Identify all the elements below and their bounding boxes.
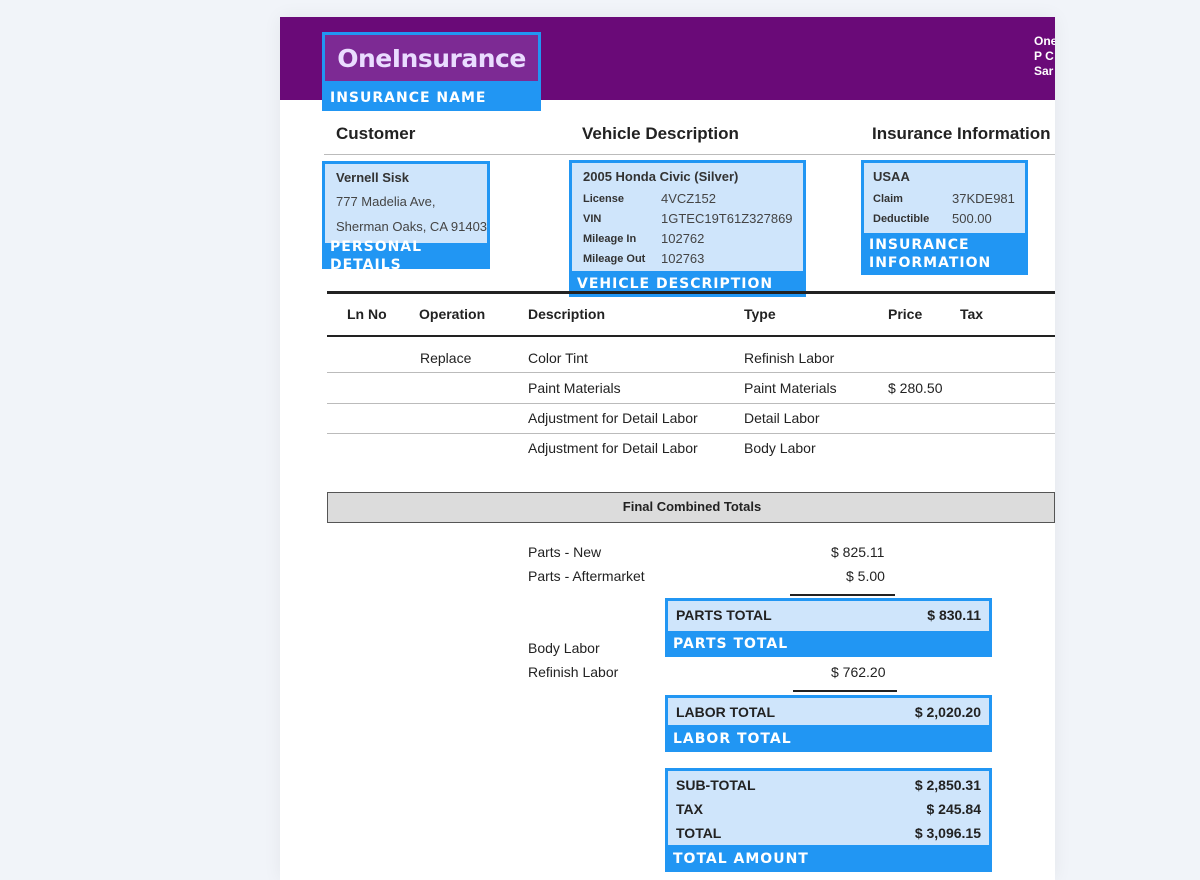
deductible-label: Deductible bbox=[873, 213, 930, 225]
row-divider bbox=[327, 372, 1055, 373]
parts-new-label: Parts - New bbox=[528, 544, 602, 560]
row-3-type: Detail Labor bbox=[744, 410, 820, 426]
insurance-information-tag: INSURANCE INFORMATION bbox=[861, 233, 1028, 275]
vehicle-title: 2005 Honda Civic (Silver) bbox=[583, 169, 739, 184]
parts-new-value: $ 825.11 bbox=[831, 544, 885, 560]
insurance-logo: OneInsurance bbox=[337, 43, 526, 73]
parts-aftermarket-label: Parts - Aftermarket bbox=[528, 568, 645, 584]
row-1-operation: Replace bbox=[420, 350, 472, 366]
address-line-2: P C bbox=[1034, 49, 1054, 63]
total-row: TOTAL $ 3,096.15 bbox=[676, 825, 981, 841]
final-totals-band: Final Combined Totals bbox=[327, 492, 1055, 523]
parts-sum-line bbox=[790, 594, 895, 596]
header-ln-no: Ln No bbox=[347, 306, 387, 322]
claim-label: Claim bbox=[873, 193, 903, 205]
labor-total-row: LABOR TOTAL $ 2,020.20 bbox=[676, 704, 981, 720]
insurance-company: USAA bbox=[873, 169, 910, 184]
header-description: Description bbox=[528, 306, 606, 322]
subtotal-value: $ 2,850.31 bbox=[914, 777, 981, 793]
tax-value: $ 245.84 bbox=[926, 801, 982, 817]
labor-total-value: $ 2,020.20 bbox=[914, 704, 981, 720]
header-tax: Tax bbox=[960, 306, 984, 322]
total-amount-tag: TOTAL AMOUNT bbox=[665, 845, 992, 872]
customer-address-line-1: 777 Madelia Ave, bbox=[336, 194, 436, 209]
total-value: $ 3,096.15 bbox=[914, 825, 981, 841]
vehicle-heading: Vehicle Description bbox=[582, 124, 739, 143]
address-line-3: Sar bbox=[1034, 64, 1054, 78]
header-operation: Operation bbox=[419, 306, 486, 322]
mileage-out-label: Mileage Out bbox=[583, 253, 646, 265]
row-4-description: Adjustment for Detail Labor bbox=[528, 440, 698, 456]
mileage-in-label: Mileage In bbox=[583, 233, 637, 245]
license-label: License bbox=[583, 193, 624, 205]
labor-sum-line bbox=[793, 690, 897, 692]
row-2-price: $ 280.50 bbox=[888, 380, 943, 396]
row-1-type: Refinish Labor bbox=[744, 350, 835, 366]
parts-aftermarket-value: $ 5.00 bbox=[846, 568, 885, 584]
row-divider bbox=[327, 403, 1055, 404]
mileage-out-value: 102763 bbox=[661, 251, 705, 266]
final-totals-title: Final Combined Totals bbox=[622, 499, 762, 514]
customer-heading: Customer bbox=[336, 124, 416, 143]
company-address: One P C Sar bbox=[1034, 34, 1055, 79]
license-value: 4VCZ152 bbox=[661, 191, 716, 206]
parts-total-row: PARTS TOTAL $ 830.11 bbox=[676, 607, 981, 623]
insurance-logo-highlight: OneInsurance bbox=[322, 32, 541, 84]
insurance-information-tag-line-2: INFORMATION bbox=[869, 255, 992, 271]
row-2-description: Paint Materials bbox=[528, 380, 621, 396]
row-1-description: Color Tint bbox=[528, 350, 588, 366]
table-top-rule bbox=[327, 291, 1055, 294]
vin-value: 1GTEC19T61Z327869 bbox=[661, 211, 793, 226]
customer-name: Vernell Sisk bbox=[336, 170, 409, 185]
claim-value: 37KDE981 bbox=[952, 191, 1015, 206]
parts-total-tag: PARTS TOTAL bbox=[665, 631, 992, 657]
body-labor-label: Body Labor bbox=[528, 640, 600, 656]
customer-address-line-2: Sherman Oaks, CA 91403 bbox=[336, 219, 488, 234]
labor-total-tag: LABOR TOTAL bbox=[665, 725, 992, 752]
personal-details-tag: PERSONAL DETAILS bbox=[322, 239, 490, 273]
deductible-value: 500.00 bbox=[952, 211, 992, 226]
address-line-1: One bbox=[1034, 34, 1055, 48]
tax-row: TAX $ 245.84 bbox=[676, 801, 981, 817]
vin-label: VIN bbox=[583, 213, 602, 225]
section-divider bbox=[324, 154, 1055, 155]
subtotal-label: SUB-TOTAL bbox=[676, 777, 756, 793]
row-divider bbox=[327, 433, 1055, 434]
labor-total-label: LABOR TOTAL bbox=[676, 704, 776, 720]
tax-label: TAX bbox=[676, 801, 703, 817]
insurance-name-tag: INSURANCE NAME bbox=[322, 84, 541, 111]
parts-total-label: PARTS TOTAL bbox=[676, 607, 772, 623]
row-2-type: Paint Materials bbox=[744, 380, 837, 396]
header-price: Price bbox=[888, 306, 923, 322]
refinish-labor-label: Refinish Labor bbox=[528, 664, 619, 680]
mileage-in-value: 102762 bbox=[661, 231, 705, 246]
row-4-type: Body Labor bbox=[744, 440, 816, 456]
header-type: Type bbox=[744, 306, 776, 322]
row-3-description: Adjustment for Detail Labor bbox=[528, 410, 698, 426]
total-label: TOTAL bbox=[676, 825, 722, 841]
insurance-heading: Insurance Information bbox=[872, 124, 1051, 143]
parts-total-value: $ 830.11 bbox=[927, 607, 981, 623]
subtotal-row: SUB-TOTAL $ 2,850.31 bbox=[676, 777, 981, 793]
refinish-labor-value: $ 762.20 bbox=[831, 664, 886, 680]
table-header-rule bbox=[327, 335, 1055, 337]
insurance-information-tag-line-1: INSURANCE bbox=[869, 237, 970, 253]
